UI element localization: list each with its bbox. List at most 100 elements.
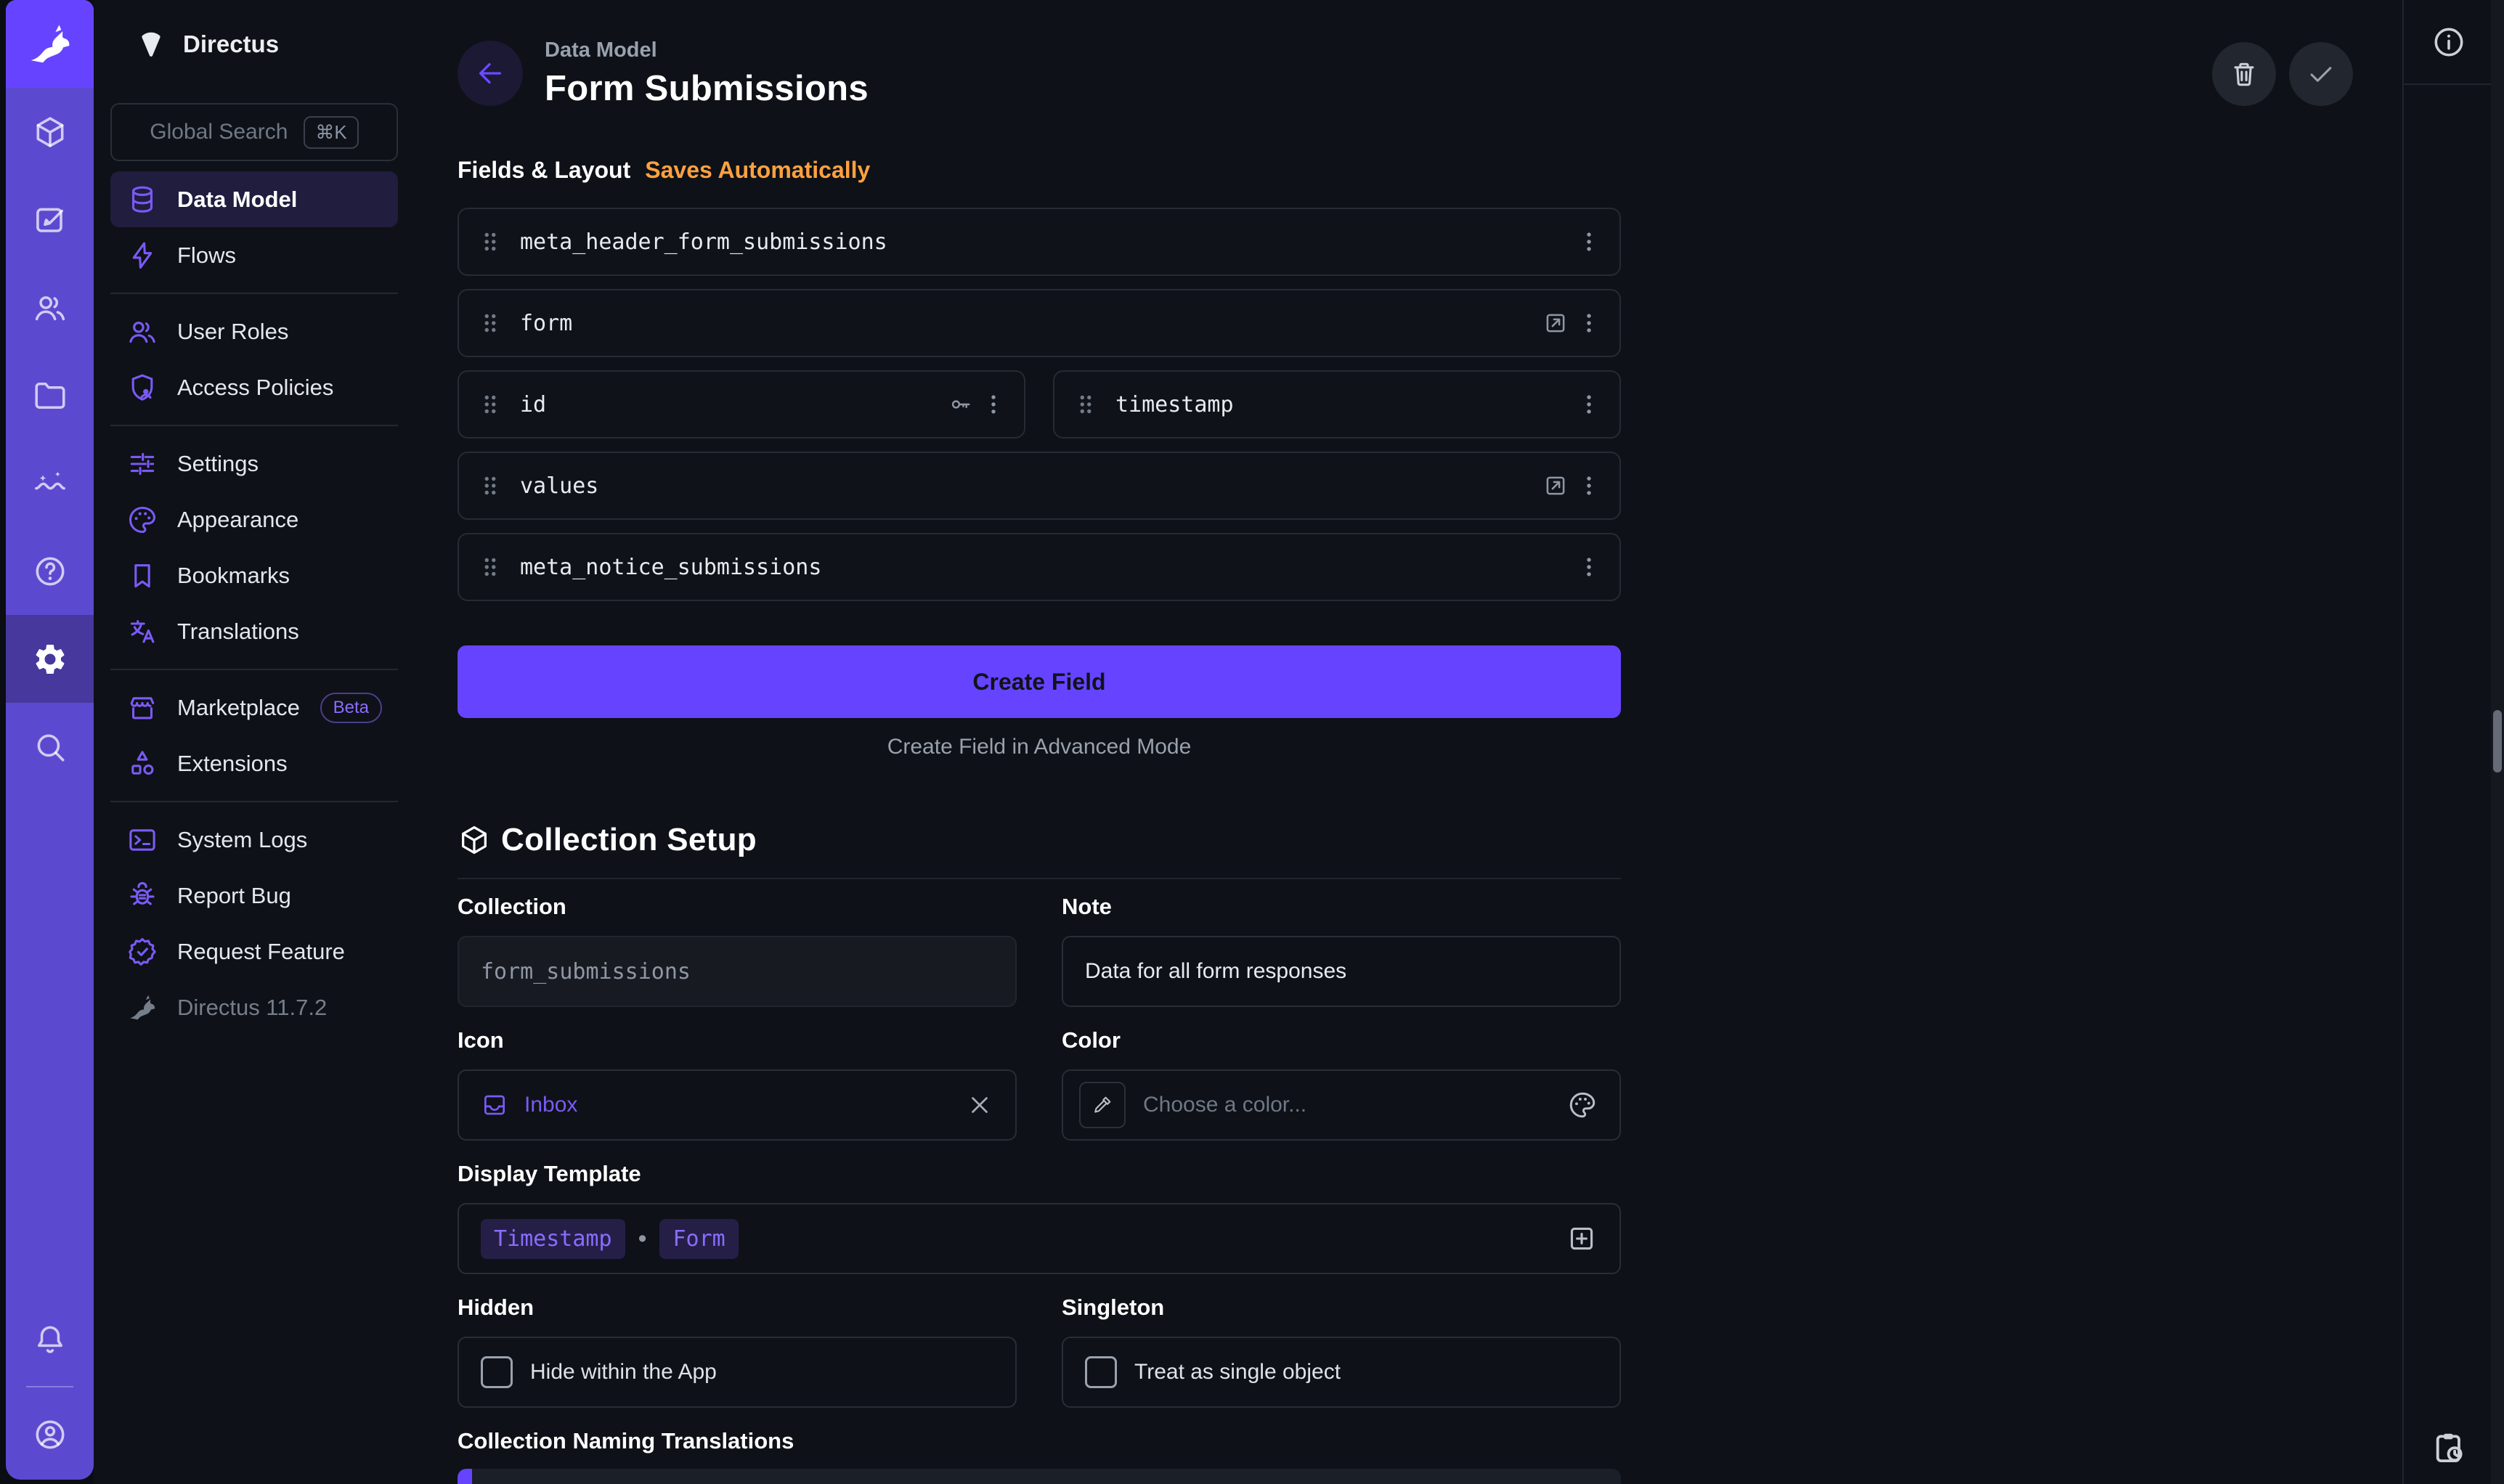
field-row-form[interactable]: form: [458, 289, 1621, 357]
field-row-meta-header-form-submissions[interactable]: meta_header_form_submissions: [458, 208, 1621, 276]
collection-value: form_submissions: [481, 959, 691, 984]
screen: Directus Global Search ⌘K Data ModelFlow…: [0, 0, 2504, 1484]
sidebar-item-bookmarks[interactable]: Bookmarks: [110, 547, 398, 603]
global-search-input[interactable]: Global Search ⌘K: [110, 103, 398, 161]
sidebar-item-extensions[interactable]: Extensions: [110, 735, 398, 791]
extension-icon: [126, 748, 158, 780]
drag-handle-icon[interactable]: [476, 472, 504, 500]
module-files[interactable]: [6, 351, 94, 439]
module-divider: [26, 1386, 73, 1387]
drag-handle-icon[interactable]: [476, 391, 504, 418]
main-content: Data Model Form Submissions Fields & Lay…: [413, 0, 2402, 1484]
scrollbar-thumb[interactable]: [2493, 710, 2502, 772]
field-actions: [948, 391, 1007, 417]
module-search[interactable]: [6, 703, 94, 791]
kebab-icon[interactable]: [1576, 391, 1602, 417]
launch-icon[interactable]: [1542, 310, 1569, 336]
scrollbar-track: [2491, 0, 2504, 1484]
kebab-icon[interactable]: [1576, 229, 1602, 255]
kebab-icon[interactable]: [1576, 310, 1602, 336]
hidden-toggle[interactable]: Hide within the App: [458, 1337, 1017, 1408]
module-settings[interactable]: [6, 615, 94, 703]
sidebar-info-section: [2404, 0, 2504, 85]
naming-translations-input[interactable]: [458, 1469, 1621, 1484]
template-chip-timestamp[interactable]: Timestamp: [481, 1219, 625, 1259]
back-button[interactable]: [458, 41, 523, 106]
sidebar-item-directus-11-7-2[interactable]: Directus 11.7.2: [110, 979, 398, 1035]
close-icon[interactable]: [966, 1091, 993, 1119]
clipboard-clock-icon[interactable]: [2429, 1429, 2468, 1468]
field-row-timestamp[interactable]: timestamp: [1053, 370, 1621, 439]
sidebar-item-translations[interactable]: Translations: [110, 603, 398, 659]
drag-handle-icon[interactable]: [476, 228, 504, 256]
module-content[interactable]: [6, 88, 94, 176]
checkbox-hidden[interactable]: [481, 1356, 513, 1388]
sidebar-item-marketplace[interactable]: MarketplaceBeta: [110, 680, 398, 735]
module-account[interactable]: [6, 1390, 94, 1478]
sidebar-item-flows[interactable]: Flows: [110, 227, 398, 283]
drag-handle-icon[interactable]: [476, 309, 504, 337]
people-icon: [32, 290, 68, 326]
sidebar-item-report-bug[interactable]: Report Bug: [110, 868, 398, 924]
field-row-id[interactable]: id: [458, 370, 1025, 439]
module-insights[interactable]: [6, 439, 94, 527]
terminal-icon: [126, 824, 158, 856]
color-swatch-button[interactable]: [1079, 1082, 1126, 1128]
module-notifications[interactable]: [6, 1295, 94, 1383]
sidebar-item-label: Settings: [177, 451, 259, 477]
delete-collection-button[interactable]: [2212, 42, 2276, 106]
autosave-note: Saves Automatically: [645, 157, 870, 184]
color-input[interactable]: Choose a color...: [1062, 1069, 1621, 1141]
launch-icon[interactable]: [1542, 473, 1569, 499]
nav-divider: [110, 425, 398, 426]
color-label: Color: [1062, 1027, 1621, 1053]
note-input[interactable]: Data for all form responses: [1062, 936, 1621, 1007]
search-shortcut-badge: ⌘K: [304, 116, 358, 149]
icon-input[interactable]: Inbox: [458, 1069, 1017, 1141]
sidebar-item-access-policies[interactable]: Access Policies: [110, 359, 398, 415]
field-row-meta-notice-submissions[interactable]: meta_notice_submissions: [458, 533, 1621, 601]
directus-logo-button[interactable]: [6, 0, 94, 88]
sidebar-item-label: Report Bug: [177, 883, 291, 909]
bell-icon: [32, 1321, 68, 1358]
module-editor[interactable]: [6, 176, 94, 264]
drag-handle-icon[interactable]: [1072, 391, 1099, 418]
sidebar-item-user-roles[interactable]: User Roles: [110, 303, 398, 359]
fields-layout-label: Fields & Layout: [458, 157, 630, 184]
create-field-button[interactable]: Create Field: [458, 645, 1621, 718]
field-name: meta_notice_submissions: [520, 555, 821, 580]
sidebar-item-appearance[interactable]: Appearance: [110, 492, 398, 547]
module-bar: [6, 0, 94, 1480]
note-value: Data for all form responses: [1085, 959, 1346, 984]
sidebar-item-data-model[interactable]: Data Model: [110, 171, 398, 227]
palette-icon[interactable]: [1567, 1090, 1598, 1120]
sidebar-item-request-feature[interactable]: Request Feature: [110, 924, 398, 979]
module-users[interactable]: [6, 264, 94, 351]
add-box-icon[interactable]: [1566, 1223, 1598, 1255]
kebab-icon[interactable]: [980, 391, 1007, 417]
singleton-toggle[interactable]: Treat as single object: [1062, 1337, 1621, 1408]
sidebar-activity-section: [2404, 1429, 2494, 1468]
note-label: Note: [1062, 894, 1621, 920]
sidebar-item-system-logs[interactable]: System Logs: [110, 812, 398, 868]
database-icon: [126, 184, 158, 216]
sidebar-item-label: Request Feature: [177, 939, 345, 965]
field-row-values[interactable]: values: [458, 452, 1621, 520]
kebab-icon[interactable]: [1576, 473, 1602, 499]
display-template-input[interactable]: Timestamp•Form: [458, 1203, 1621, 1274]
sidebar-item-settings[interactable]: Settings: [110, 436, 398, 492]
palette-icon: [126, 504, 158, 536]
template-chip-form[interactable]: Form: [659, 1219, 738, 1259]
kebab-icon[interactable]: [1576, 554, 1602, 580]
module-help[interactable]: [6, 527, 94, 615]
shield-user-icon: [126, 372, 158, 404]
advanced-mode-link[interactable]: Create Field in Advanced Mode: [458, 734, 1621, 760]
color-placeholder: Choose a color...: [1143, 1093, 1306, 1117]
drag-handle-icon[interactable]: [476, 553, 504, 581]
field-actions: [1542, 310, 1602, 336]
people-icon: [126, 316, 158, 348]
save-button[interactable]: [2289, 42, 2353, 106]
checkbox-singleton[interactable]: [1085, 1356, 1117, 1388]
translate-icon: [126, 616, 158, 648]
info-icon[interactable]: [2431, 24, 2467, 60]
